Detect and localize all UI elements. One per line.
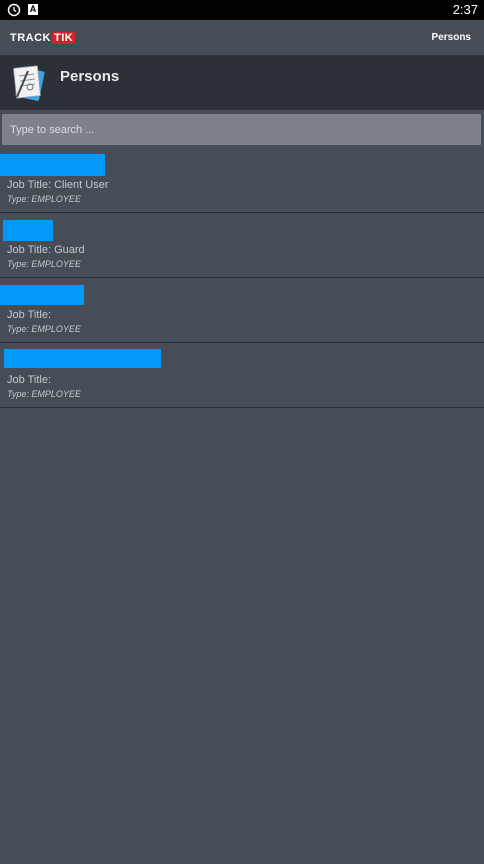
- person-list: Job Title: Client User Type: EMPLOYEE Jo…: [0, 148, 484, 408]
- status-bar: A 2:37: [0, 0, 484, 20]
- app-bar: TRACK TIK Persons: [0, 20, 484, 55]
- person-list-item[interactable]: Job Title: Type: EMPLOYEE: [0, 278, 484, 343]
- status-time: 2:37: [452, 2, 478, 17]
- app-bar-title: Persons: [431, 32, 471, 43]
- person-name-redacted: [4, 349, 161, 368]
- person-type: Type: EMPLOYEE: [7, 259, 81, 269]
- page-header: Persons: [0, 55, 484, 110]
- persons-clipboard-icon: [13, 65, 45, 101]
- a-notification-icon: A: [28, 4, 38, 15]
- person-list-item[interactable]: Job Title: Client User Type: EMPLOYEE: [0, 148, 484, 213]
- person-type: Type: EMPLOYEE: [7, 194, 81, 204]
- search-box[interactable]: [2, 114, 481, 145]
- person-name-redacted: [3, 220, 53, 241]
- person-job-title: Job Title:: [7, 309, 52, 321]
- person-list-item[interactable]: Job Title: Guard Type: EMPLOYEE: [0, 213, 484, 278]
- person-list-item[interactable]: Job Title: Type: EMPLOYEE: [0, 343, 484, 408]
- person-name-redacted: [0, 154, 105, 176]
- page-title: Persons: [60, 68, 120, 85]
- person-job-title: Job Title: Client User: [7, 179, 109, 191]
- person-name-redacted: [0, 285, 84, 305]
- person-job-title: Job Title: Guard: [7, 244, 85, 256]
- person-job-title: Job Title:: [7, 374, 52, 386]
- tracktik-logo[interactable]: TRACK TIK: [10, 32, 76, 44]
- person-type: Type: EMPLOYEE: [7, 389, 81, 399]
- person-type: Type: EMPLOYEE: [7, 324, 81, 334]
- search-input[interactable]: [2, 114, 481, 145]
- logo-text-track: TRACK: [10, 32, 51, 44]
- clock-icon: [7, 3, 21, 17]
- logo-text-tik: TIK: [52, 32, 76, 44]
